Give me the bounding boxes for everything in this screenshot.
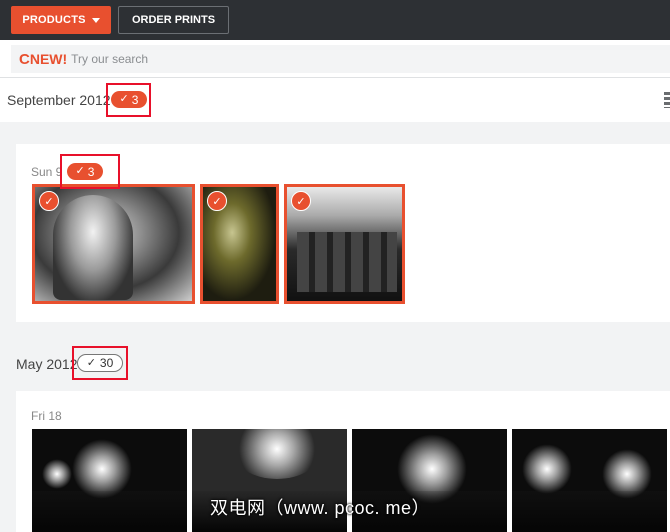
top-bar: PRODUCTS ORDER PRINTS bbox=[0, 0, 670, 40]
selected-check-icon[interactable]: ✓ bbox=[207, 191, 227, 211]
stage-light bbox=[42, 459, 72, 489]
search-bar: C NEW! Try our search bbox=[0, 40, 670, 78]
photo-concert-1[interactable] bbox=[32, 429, 187, 532]
selected-check-icon[interactable]: ✓ bbox=[291, 191, 311, 211]
crowd bbox=[32, 490, 187, 532]
highlight-box bbox=[60, 154, 120, 189]
photo-buildings bbox=[297, 232, 397, 292]
photo-subject bbox=[53, 195, 133, 300]
products-label: PRODUCTS bbox=[22, 14, 86, 26]
photo-concert-4[interactable] bbox=[512, 429, 667, 532]
stage-light bbox=[232, 429, 322, 479]
highlight-box bbox=[106, 83, 151, 117]
month-title: September 2012 bbox=[7, 92, 111, 108]
grid-view-icon[interactable] bbox=[664, 92, 670, 108]
selected-check-icon[interactable]: ✓ bbox=[39, 191, 59, 211]
month-title: May 2012 bbox=[16, 356, 78, 372]
highlight-box bbox=[72, 346, 128, 380]
day-label: Fri 18 bbox=[31, 409, 62, 423]
crowd bbox=[512, 490, 667, 532]
photo-rooftops[interactable]: ✓ bbox=[284, 184, 405, 304]
photo-street-scene[interactable]: ✓ bbox=[200, 184, 279, 304]
month-header-september: September 2012 ✓ 3 bbox=[0, 78, 670, 122]
order-prints-button[interactable]: ORDER PRINTS bbox=[118, 6, 229, 34]
new-badge: C NEW! bbox=[19, 50, 68, 68]
products-button[interactable]: PRODUCTS bbox=[11, 6, 111, 34]
day-label: Sun 9 bbox=[31, 165, 63, 179]
search-placeholder: Try our search bbox=[71, 52, 149, 66]
watermark: 双电网（www. pcoc. me） bbox=[210, 498, 431, 518]
photo-portrait[interactable]: ✓ bbox=[32, 184, 195, 304]
search-input[interactable]: C NEW! Try our search bbox=[11, 45, 670, 73]
stage-light bbox=[522, 444, 572, 494]
new-badge-icon: C bbox=[19, 50, 30, 68]
caret-down-icon bbox=[91, 17, 100, 23]
